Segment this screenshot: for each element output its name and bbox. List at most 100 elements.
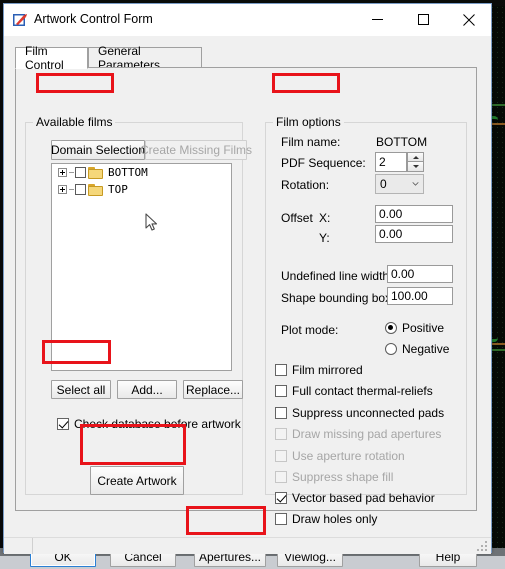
radio-dot bbox=[385, 322, 397, 334]
use-aperture-rotation-label: Use aperture rotation bbox=[292, 449, 405, 463]
checkbox-box bbox=[275, 428, 287, 440]
close-icon bbox=[463, 13, 475, 26]
film-options-legend: Film options bbox=[273, 115, 344, 129]
minimize-button[interactable] bbox=[355, 4, 399, 35]
domain-selection-label: Domain Selection bbox=[50, 143, 146, 157]
replace-label: Replace... bbox=[185, 382, 241, 397]
add-button[interactable]: Add... bbox=[117, 380, 177, 399]
dialog-client-area: Film Control General Parameters Availabl… bbox=[4, 36, 491, 567]
create-missing-films-button: Create Missing Films bbox=[140, 140, 252, 160]
vector-based-pad-behavior-label: Vector based pad behavior bbox=[292, 491, 435, 505]
film-name-value: BOTTOM bbox=[376, 135, 428, 149]
plot-mode-positive-radio[interactable]: Positive bbox=[385, 321, 444, 335]
tab-film-control[interactable]: Film Control bbox=[15, 44, 88, 72]
film-mirrored-checkbox[interactable]: Film mirrored bbox=[275, 363, 363, 377]
tab-strip: Film Control General Parameters bbox=[15, 44, 477, 72]
artwork-app-icon bbox=[12, 12, 28, 28]
create-artwork-button[interactable]: Create Artwork bbox=[90, 466, 184, 495]
checkbox-box bbox=[275, 407, 287, 419]
draw-holes-only-label: Draw holes only bbox=[292, 512, 378, 526]
offset-label: Offset bbox=[281, 211, 313, 225]
window-title: Artwork Control Form bbox=[34, 12, 153, 26]
full-contact-thermal-reliefs-checkbox[interactable]: Full contact thermal-reliefs bbox=[275, 384, 433, 398]
checkbox-box bbox=[275, 385, 287, 397]
resize-grip[interactable] bbox=[477, 541, 489, 553]
draw-holes-only-checkbox[interactable]: Draw holes only bbox=[275, 512, 377, 526]
add-label: Add... bbox=[131, 382, 163, 397]
chevron-down-icon bbox=[412, 182, 419, 186]
tree-item-top-label: TOP bbox=[108, 183, 128, 196]
suppress-shape-fill-label: Suppress shape fill bbox=[292, 470, 394, 484]
draw-missing-pad-apertures-label: Draw missing pad apertures bbox=[292, 427, 442, 441]
pdf-sequence-spin-buttons[interactable] bbox=[407, 152, 424, 172]
domain-selection-button[interactable]: Domain Selection bbox=[51, 140, 145, 160]
shape-bounding-box-input[interactable]: 100.00 bbox=[387, 287, 453, 305]
tree-item-top[interactable]: TOP bbox=[52, 181, 231, 198]
tree-connector-line bbox=[69, 189, 74, 190]
checkbox-box bbox=[275, 513, 287, 525]
suppress-unconnected-pads-checkbox[interactable]: Suppress unconnected pads bbox=[275, 406, 444, 420]
checkbox-box bbox=[275, 364, 287, 376]
undefined-line-width-input[interactable]: 0.00 bbox=[387, 265, 453, 283]
shape-bounding-box-label: Shape bounding box: bbox=[281, 291, 395, 305]
tree-connector-line bbox=[69, 172, 74, 173]
checkbox-box bbox=[275, 492, 287, 504]
select-all-label: Select all bbox=[56, 382, 106, 397]
plot-mode-negative-radio[interactable]: Negative bbox=[385, 342, 449, 356]
title-bar: Artwork Control Form bbox=[4, 4, 491, 36]
select-all-button[interactable]: Select all bbox=[51, 380, 111, 399]
suppress-unconnected-pads-label: Suppress unconnected pads bbox=[292, 406, 445, 420]
create-artwork-label: Create Artwork bbox=[97, 473, 177, 488]
pdf-sequence-label: PDF Sequence: bbox=[281, 156, 366, 170]
full-contact-thermal-reliefs-label: Full contact thermal-reliefs bbox=[292, 384, 433, 398]
plot-mode-negative-label: Negative bbox=[402, 342, 450, 356]
create-missing-films-label: Create Missing Films bbox=[139, 143, 253, 157]
chevron-down-icon bbox=[412, 165, 419, 168]
pdf-sequence-input[interactable]: 2 bbox=[375, 152, 407, 172]
undefined-line-width-label: Undefined line width: bbox=[281, 269, 393, 283]
folder-icon bbox=[88, 166, 103, 179]
expand-plus-icon[interactable] bbox=[58, 185, 67, 194]
tree-checkbox-bottom[interactable] bbox=[75, 167, 86, 178]
chevron-up-icon bbox=[412, 155, 419, 159]
tree-checkbox-top[interactable] bbox=[75, 184, 86, 195]
pdf-sequence-stepper[interactable]: 2 bbox=[375, 152, 424, 172]
check-database-label: Check database before artwork bbox=[74, 417, 241, 431]
tab-general-parameters[interactable]: General Parameters bbox=[88, 44, 202, 72]
tree-item-bottom[interactable]: BOTTOM bbox=[52, 164, 231, 181]
maximize-button[interactable] bbox=[401, 4, 445, 35]
check-database-before-artwork-checkbox[interactable]: Check database before artwork bbox=[57, 417, 241, 431]
use-aperture-rotation-checkbox: Use aperture rotation bbox=[275, 449, 405, 463]
radio-dot bbox=[385, 343, 397, 355]
minimize-icon bbox=[371, 19, 383, 20]
spin-down-button[interactable] bbox=[407, 162, 424, 172]
replace-button[interactable]: Replace... bbox=[183, 380, 243, 399]
plot-mode-positive-label: Positive bbox=[402, 321, 445, 335]
rotation-select[interactable]: 0 bbox=[375, 174, 424, 194]
rotation-value: 0 bbox=[380, 177, 387, 191]
offset-x-input[interactable]: 0.00 bbox=[375, 205, 453, 223]
film-name-label: Film name: bbox=[281, 135, 341, 149]
artwork-control-form-window: Artwork Control Form Film Control Genera… bbox=[3, 3, 492, 567]
spin-up-button[interactable] bbox=[407, 152, 424, 162]
films-tree-view[interactable]: BOTTOM TOP bbox=[51, 163, 232, 371]
film-mirrored-label: Film mirrored bbox=[292, 363, 363, 377]
draw-missing-pad-apertures-checkbox: Draw missing pad apertures bbox=[275, 427, 441, 441]
folder-icon bbox=[88, 183, 103, 196]
status-bar-pane bbox=[4, 538, 33, 554]
expand-plus-icon[interactable] bbox=[58, 168, 67, 177]
close-button[interactable] bbox=[447, 4, 491, 35]
suppress-shape-fill-checkbox: Suppress shape fill bbox=[275, 470, 393, 484]
checkbox-box bbox=[275, 471, 287, 483]
plot-mode-label: Plot mode: bbox=[281, 323, 339, 337]
offset-x-label: X: bbox=[319, 211, 331, 225]
checkbox-box bbox=[57, 418, 69, 430]
tab-film-control-label: Film Control bbox=[25, 44, 64, 72]
tree-item-bottom-label: BOTTOM bbox=[108, 166, 148, 179]
offset-y-label: Y: bbox=[319, 231, 330, 245]
status-bar bbox=[4, 537, 491, 554]
checkbox-box bbox=[275, 450, 287, 462]
vector-based-pad-behavior-checkbox[interactable]: Vector based pad behavior bbox=[275, 491, 435, 505]
offset-y-input[interactable]: 0.00 bbox=[375, 225, 453, 243]
rotation-label: Rotation: bbox=[281, 178, 330, 192]
